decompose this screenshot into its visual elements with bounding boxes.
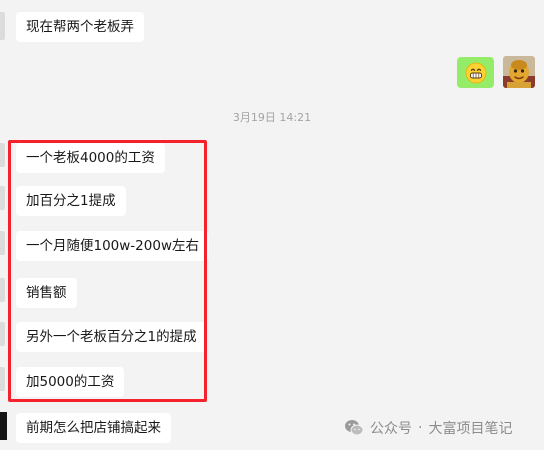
chat-edge-marker bbox=[0, 367, 5, 391]
chat-edge-marker bbox=[0, 278, 5, 302]
chat-edge-marker bbox=[0, 412, 7, 440]
chat-edge-marker bbox=[0, 12, 5, 40]
chat-window: 现在帮两个老板弄 3月19日 14:21 一个老板4000的工资 加百分之1提成 bbox=[0, 0, 544, 450]
wechat-icon bbox=[345, 420, 364, 436]
chat-edge-marker bbox=[0, 186, 5, 210]
timestamp: 3月19日 14:21 bbox=[232, 111, 312, 124]
watermark-account: 大富项目笔记 bbox=[428, 421, 513, 437]
highlight-box bbox=[8, 140, 207, 402]
chat-edge-marker bbox=[0, 143, 5, 167]
grinning-emoji-icon bbox=[465, 62, 486, 83]
message-bubble[interactable]: 现在帮两个老板弄 bbox=[16, 12, 144, 42]
watermark-source: 公众号 bbox=[370, 421, 412, 437]
chat-edge-marker bbox=[0, 231, 5, 255]
watermark: 公众号 · 大富项目笔记 bbox=[344, 418, 512, 438]
message-bubble[interactable]: 前期怎么把店铺搞起来 bbox=[16, 413, 171, 443]
sent-emoji-bubble[interactable] bbox=[457, 57, 494, 88]
chat-edge-marker bbox=[0, 322, 5, 346]
avatar-icon bbox=[503, 56, 535, 88]
watermark-separator: · bbox=[418, 420, 423, 436]
avatar[interactable] bbox=[503, 56, 535, 88]
